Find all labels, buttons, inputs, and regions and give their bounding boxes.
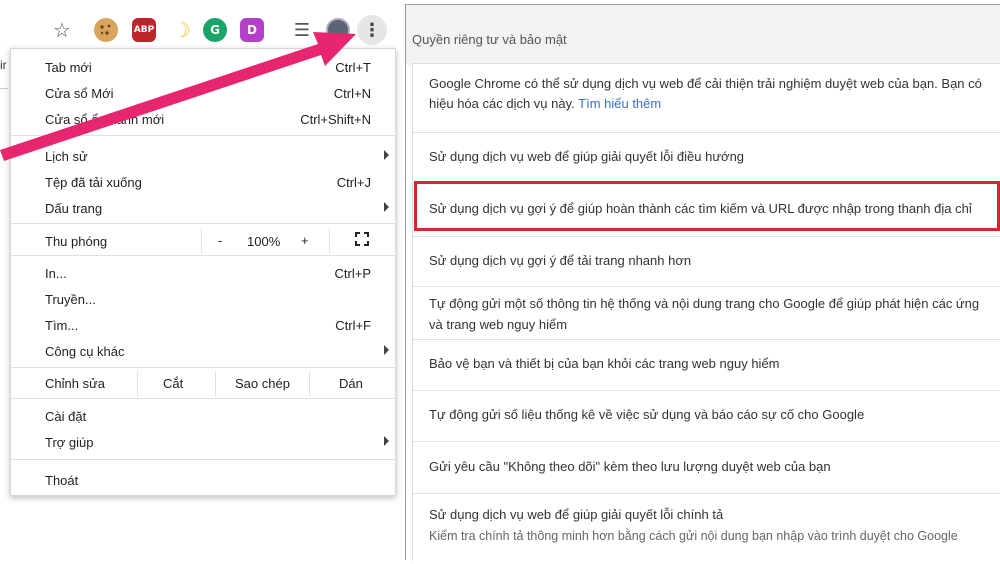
setting-spell-check[interactable]: Sử dụng dịch vụ web để giúp giải quyết l… bbox=[413, 493, 1000, 562]
menu-item-incognito-window[interactable]: Cửa sổ ẩn danh mới Ctrl+Shift+N bbox=[11, 107, 397, 131]
edit-divider bbox=[309, 371, 310, 397]
menu-item-new-tab[interactable]: Tab mới Ctrl+T bbox=[11, 55, 397, 79]
setting-label: Sử dụng dịch vụ gợi ý để tải trang nhanh… bbox=[429, 253, 692, 268]
copy-button[interactable]: Sao chép bbox=[235, 376, 290, 391]
learn-more-link[interactable]: Tìm hiểu thêm bbox=[578, 96, 661, 111]
menu-item-label: Tab mới bbox=[45, 60, 92, 75]
menu-item-label: Dấu trang bbox=[45, 201, 103, 216]
kebab-menu-icon[interactable]: ⋮ bbox=[357, 15, 387, 45]
settings-intro-row: Google Chrome có thể sử dụng dịch vụ web… bbox=[413, 64, 1000, 124]
menu-item-label: Truyền... bbox=[45, 292, 96, 307]
menu-item-label: Cửa sổ Mới bbox=[45, 86, 114, 101]
adblock-plus-icon[interactable]: ABP bbox=[132, 18, 156, 42]
submenu-arrow-icon bbox=[384, 345, 389, 355]
zoom-divider bbox=[329, 229, 330, 253]
menu-divider bbox=[11, 367, 397, 368]
avatar-icon[interactable] bbox=[326, 18, 350, 42]
menu-item-exit[interactable]: Thoát bbox=[11, 468, 397, 492]
menu-item-label: Cài đặt bbox=[45, 409, 87, 424]
setting-safe-browsing[interactable]: Bảo vệ bạn và thiết bị của bạn khỏi các … bbox=[413, 339, 1000, 391]
setting-label: Sử dụng dịch vụ gợi ý để giúp hoàn thành… bbox=[429, 201, 972, 216]
menu-item-shortcut: Ctrl+Shift+N bbox=[300, 112, 371, 127]
menu-item-label: Tệp đã tải xuống bbox=[45, 175, 142, 190]
menu-item-shortcut: Ctrl+T bbox=[335, 60, 371, 75]
setting-label: Tự động gửi số liệu thống kê về việc sử … bbox=[429, 407, 865, 422]
menu-item-label: Trợ giúp bbox=[45, 435, 94, 450]
menu-item-edit: Chỉnh sửa Cắt Sao chép Dán bbox=[11, 371, 397, 397]
settings-intro-text: hiệu hóa các dịch vụ này. bbox=[429, 96, 575, 111]
menu-item-shortcut: Ctrl+N bbox=[333, 86, 371, 101]
zoom-level: 100% bbox=[247, 234, 281, 249]
setting-safe-browsing-reporting[interactable]: Tự động gửi một số thông tin hệ thống và… bbox=[413, 286, 1000, 342]
menu-item-shortcut: Ctrl+F bbox=[335, 318, 371, 333]
menu-divider bbox=[11, 135, 397, 136]
setting-label: Tự động gửi một số thông tin hệ thống và… bbox=[429, 296, 980, 311]
menu-item-more-tools[interactable]: Công cụ khác bbox=[11, 339, 397, 363]
menu-item-settings[interactable]: Cài đặt bbox=[11, 404, 397, 428]
edit-divider bbox=[137, 371, 138, 397]
menu-item-print[interactable]: In... Ctrl+P bbox=[11, 261, 397, 285]
settings-card: Google Chrome có thể sử dụng dịch vụ web… bbox=[412, 63, 1000, 561]
setting-label: Sử dụng dịch vụ web để giúp giải quyết l… bbox=[429, 507, 724, 522]
edit-divider bbox=[215, 371, 216, 397]
menu-item-label: Lịch sử bbox=[45, 149, 88, 164]
setting-label: Sử dụng dịch vụ web để giúp giải quyết l… bbox=[429, 149, 745, 164]
menu-item-label: Tìm... bbox=[45, 318, 79, 333]
setting-label: Gửi yêu cầu "Không theo dõi" kèm theo lư… bbox=[429, 459, 831, 474]
menu-item-find[interactable]: Tìm... Ctrl+F bbox=[11, 313, 397, 337]
d-extension-icon[interactable]: D bbox=[240, 18, 264, 42]
setting-navigation-errors[interactable]: Sử dụng dịch vụ web để giúp giải quyết l… bbox=[413, 132, 1000, 182]
cut-button[interactable]: Cắt bbox=[163, 376, 183, 391]
moon-icon[interactable]: ☽ bbox=[170, 18, 194, 42]
star-icon[interactable]: ☆ bbox=[50, 18, 74, 42]
settings-intro-line1: Google Chrome có thể sử dụng dịch vụ web… bbox=[429, 76, 982, 91]
setting-usage-statistics[interactable]: Tự động gửi số liệu thống kê về việc sử … bbox=[413, 390, 1000, 442]
submenu-arrow-icon bbox=[384, 202, 389, 212]
setting-label-line2: và trang web nguy hiểm bbox=[429, 317, 568, 332]
menu-item-label: Cửa sổ ẩn danh mới bbox=[45, 112, 165, 127]
chrome-window: ☆ ABP ☽ G D ☰ ⋮ ir Tab mới Ctrl+T Cửa sổ… bbox=[0, 0, 400, 564]
chrome-main-menu: Tab mới Ctrl+T Cửa sổ Mới Ctrl+N Cửa sổ … bbox=[10, 48, 397, 496]
left-edge-divider bbox=[0, 88, 8, 89]
reading-list-icon[interactable]: ☰ bbox=[290, 18, 314, 42]
settings-intro-line2: hiệu hóa các dịch vụ này. Tìm hiểu thêm bbox=[429, 94, 661, 114]
menu-item-cast[interactable]: Truyền... bbox=[11, 287, 397, 311]
menu-divider bbox=[11, 223, 397, 224]
section-title: Quyền riêng tư và bảo mật bbox=[412, 32, 567, 47]
privacy-settings-panel: Quyền riêng tư và bảo mật Google Chrome … bbox=[405, 4, 1000, 561]
menu-item-label: Công cụ khác bbox=[45, 344, 125, 359]
menu-divider bbox=[11, 255, 397, 256]
menu-divider bbox=[11, 398, 397, 399]
menu-item-bookmarks[interactable]: Dấu trang bbox=[11, 196, 397, 220]
zoom-out-button[interactable]: - bbox=[218, 233, 222, 248]
menu-item-label: Chỉnh sửa bbox=[45, 376, 106, 391]
left-edge-text: ir bbox=[0, 58, 7, 72]
submenu-arrow-icon bbox=[384, 436, 389, 446]
setting-label: Bảo vệ bạn và thiết bị của bạn khỏi các … bbox=[429, 356, 780, 371]
cookie-icon-graphic bbox=[96, 20, 116, 40]
zoom-in-button[interactable]: + bbox=[301, 233, 309, 248]
menu-item-label: Thoát bbox=[45, 473, 79, 488]
menu-item-zoom: Thu phóng - 100% + bbox=[11, 229, 397, 253]
setting-preload-pages[interactable]: Sử dụng dịch vụ gợi ý để tải trang nhanh… bbox=[413, 236, 1000, 286]
menu-item-new-window[interactable]: Cửa sổ Mới Ctrl+N bbox=[11, 81, 397, 105]
cookie-icon[interactable] bbox=[94, 18, 118, 42]
menu-item-label: Thu phóng bbox=[45, 234, 108, 249]
setting-do-not-track[interactable]: Gửi yêu cầu "Không theo dõi" kèm theo lư… bbox=[413, 441, 1000, 493]
menu-item-shortcut: Ctrl+P bbox=[334, 266, 371, 281]
menu-item-downloads[interactable]: Tệp đã tải xuống Ctrl+J bbox=[11, 170, 397, 194]
menu-item-shortcut: Ctrl+J bbox=[336, 175, 371, 190]
zoom-divider bbox=[201, 229, 202, 253]
menu-divider bbox=[11, 459, 397, 460]
submenu-arrow-icon bbox=[384, 150, 389, 160]
setting-search-suggestions[interactable]: Sử dụng dịch vụ gợi ý để giúp hoàn thành… bbox=[413, 183, 1000, 235]
menu-item-label: In... bbox=[45, 266, 67, 281]
paste-button[interactable]: Dán bbox=[339, 376, 363, 391]
menu-item-history[interactable]: Lịch sử bbox=[11, 144, 397, 168]
fullscreen-icon[interactable] bbox=[355, 232, 369, 246]
setting-sublabel: Kiểm tra chính tả thông minh hơn bằng cá… bbox=[429, 529, 958, 543]
grammarly-icon[interactable]: G bbox=[203, 18, 227, 42]
menu-item-help[interactable]: Trợ giúp bbox=[11, 430, 397, 454]
